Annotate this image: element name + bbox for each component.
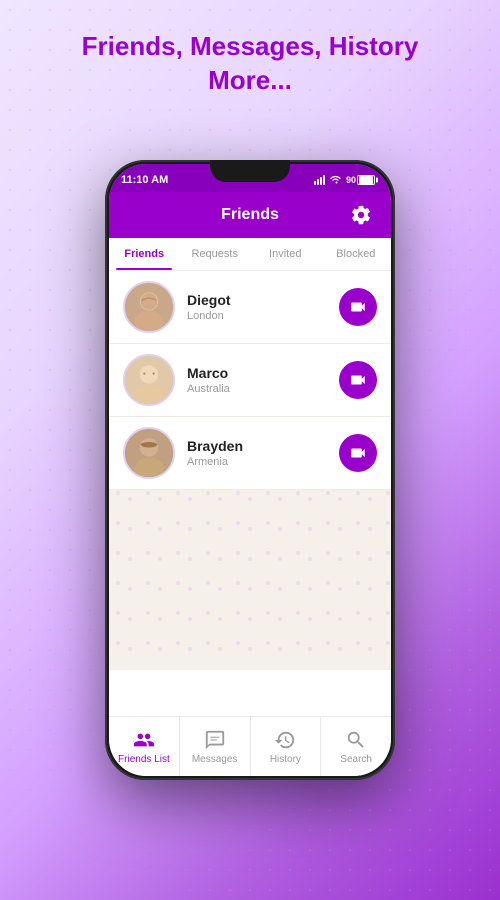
tab-blocked[interactable]: Blocked [321,238,392,270]
friend-info-marco: Marco Australia [175,365,339,395]
avatar-marco [123,354,175,406]
friend-location-diegot: London [187,310,339,322]
wifi-icon [329,175,342,185]
battery-text: 90 [346,175,356,185]
tab-invited[interactable]: Invited [250,238,321,270]
friends-list-icon [133,729,155,751]
nav-label-history: History [270,754,301,765]
friend-location-brayden: Armenia [187,456,339,468]
friend-item-brayden[interactable]: Brayden Armenia [109,417,391,490]
video-call-btn-marco[interactable] [339,361,377,399]
avatar-diegot [123,281,175,333]
video-call-btn-brayden[interactable] [339,434,377,472]
empty-area [109,490,391,670]
friend-name-brayden: Brayden [187,438,339,454]
friend-location-marco: Australia [187,383,339,395]
friend-info-brayden: Brayden Armenia [175,438,339,468]
phone-screen: 11:10 AM [109,164,391,776]
nav-label-friends: Friends List [118,754,170,765]
phone-notch [210,160,290,182]
hero-section: Friends, Messages, History More... [0,30,500,98]
friend-item-marco[interactable]: Marco Australia [109,344,391,417]
video-icon [349,444,367,462]
bottom-nav: Friends List Messages [109,716,391,776]
video-call-btn-diegot[interactable] [339,288,377,326]
nav-label-search: Search [340,754,372,765]
nav-messages[interactable]: Messages [180,717,251,776]
video-icon [349,371,367,389]
settings-button[interactable] [345,199,377,231]
tab-requests[interactable]: Requests [180,238,251,270]
nav-search[interactable]: Search [321,717,391,776]
messages-icon [204,729,226,751]
friend-name-marco: Marco [187,365,339,381]
friend-item-diegot[interactable]: Diegot London [109,271,391,344]
tab-bar: Friends Requests Invited Blocked [109,238,391,271]
status-time: 11:10 AM [121,174,168,186]
hero-title: Friends, Messages, History More... [0,30,500,98]
phone-frame: 11:10 AM [105,160,395,780]
friend-name-diegot: Diegot [187,292,339,308]
history-icon [274,729,296,751]
video-icon [349,298,367,316]
nav-label-messages: Messages [192,754,238,765]
status-icons: 90 [314,175,375,185]
avatar-brayden [123,427,175,479]
tab-friends[interactable]: Friends [109,238,180,270]
friend-info-diegot: Diegot London [175,292,339,322]
gear-icon [350,204,372,226]
friends-area: Diegot London [109,271,391,716]
nav-history[interactable]: History [251,717,322,776]
signal-icon [314,175,325,185]
app-top-bar: Friends [109,192,391,238]
search-nav-icon [345,729,367,751]
battery-icon [357,175,375,185]
nav-friends-list[interactable]: Friends List [109,717,180,776]
friends-list: Diegot London [109,271,391,670]
app-title: Friends [155,206,345,224]
